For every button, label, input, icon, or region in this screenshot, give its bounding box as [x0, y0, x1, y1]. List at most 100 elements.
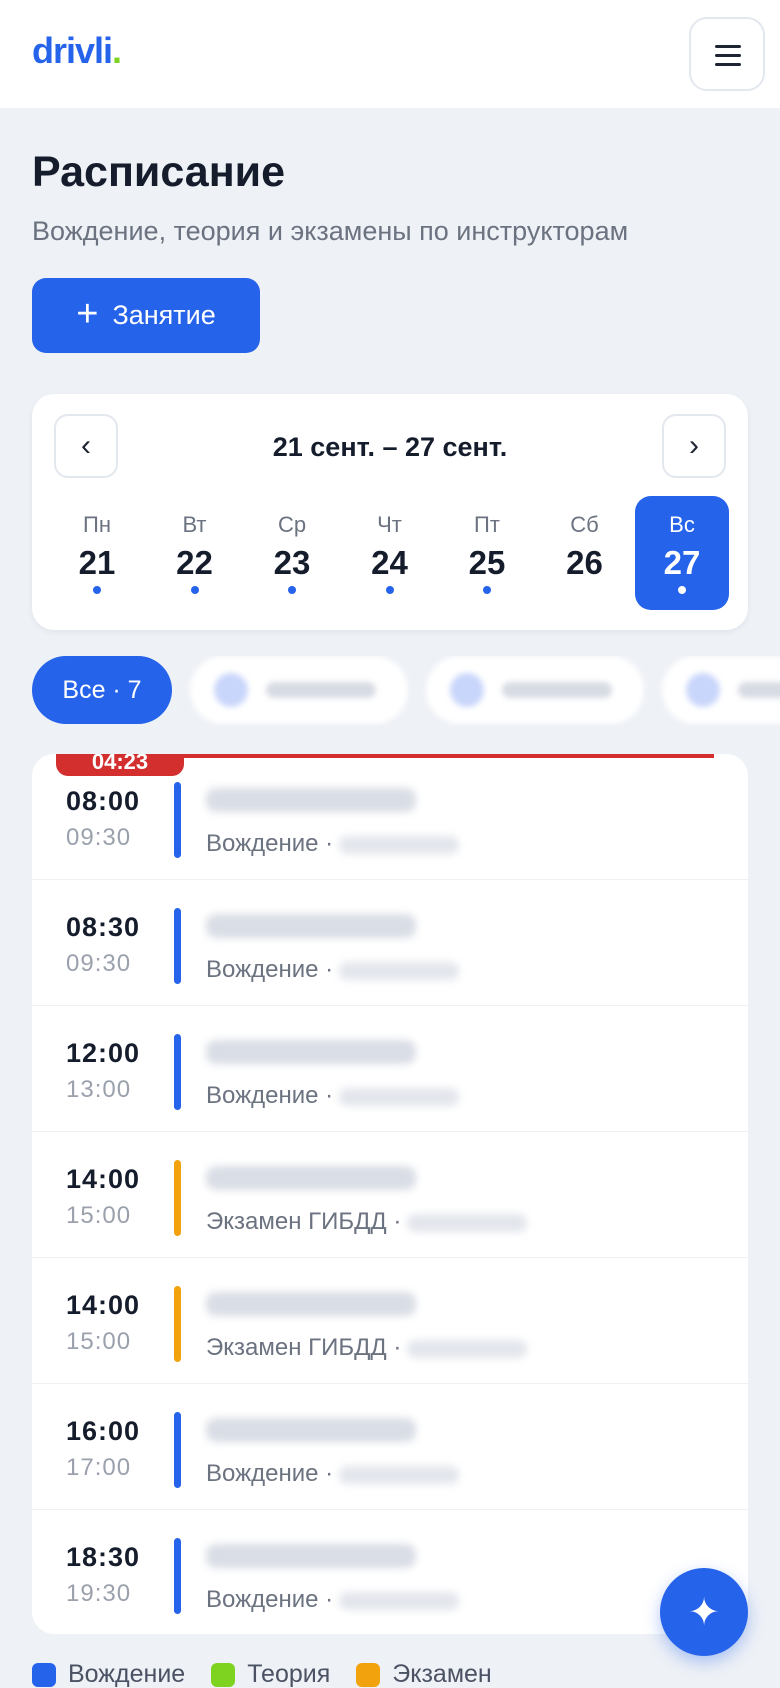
event-start-time: 08:30: [66, 912, 141, 942]
page-subtitle: Вождение, теория и экзамены по инструкто…: [32, 216, 629, 246]
day-23[interactable]: Ср 23: [245, 496, 339, 610]
add-lesson-button[interactable]: + Занятие: [32, 278, 260, 353]
event-end-time: 13:00: [66, 1076, 132, 1103]
day-name: Чт: [377, 512, 402, 537]
event-end-time: 15:00: [66, 1202, 132, 1229]
instructor-filter: Все · 7: [32, 656, 780, 726]
day-number: 21: [78, 544, 116, 581]
day-24[interactable]: Чт 24: [343, 496, 437, 610]
event-row[interactable]: 16:00 17:00 Вождение ·: [32, 1384, 748, 1510]
logo[interactable]: drivli.: [32, 30, 122, 72]
next-week-button[interactable]: ›: [662, 414, 726, 478]
day-name: Сб: [570, 512, 599, 537]
filter-chip[interactable]: [662, 656, 780, 724]
event-type-bar: [174, 1286, 181, 1362]
legend-label: Вождение: [68, 1660, 186, 1688]
instructor-name-redacted: [407, 1339, 528, 1358]
event-start-time: 14:00: [66, 1290, 141, 1320]
event-row[interactable]: 18:30 19:30 Вождение ·: [32, 1510, 748, 1634]
day-name: Пт: [474, 512, 500, 537]
event-row[interactable]: 14:00 15:00 Экзамен ГИБДД ·: [32, 1258, 748, 1384]
sparkle-icon: ✦: [688, 1591, 720, 1634]
legend-label: Теория: [247, 1660, 331, 1688]
week-range: 21 сент. – 27 сент.: [272, 432, 508, 462]
event-type-bar: [174, 1034, 181, 1110]
day-25[interactable]: Пт 25: [440, 496, 534, 610]
event-end-time: 09:30: [66, 824, 132, 851]
legend-swatch: [32, 1662, 56, 1687]
event-start-time: 14:00: [66, 1164, 141, 1194]
day-number: 23: [273, 544, 311, 581]
day-number: 22: [176, 544, 213, 581]
chevron-right-icon: ›: [689, 429, 699, 462]
event-row[interactable]: 08:00 09:30 Вождение ·: [32, 754, 748, 880]
day-name: Ср: [277, 512, 307, 537]
student-name-redacted: [206, 1292, 416, 1316]
day-number: 27: [663, 544, 701, 581]
week-selector: ‹ 21 сент. – 27 сент. › Пн 21 Вт 22 Ср 23 Чт 24…: [32, 394, 748, 630]
page-title: Расписание: [32, 148, 286, 196]
event-type-bar: [174, 908, 181, 984]
event-indicator: [483, 586, 491, 594]
legend-item: Вождение: [32, 1660, 185, 1688]
event-start-time: 12:00: [66, 1038, 141, 1068]
day-21[interactable]: Пн 21: [50, 496, 144, 610]
event-start-time: 18:30: [66, 1542, 141, 1572]
day-27[interactable]: Вс 27: [635, 496, 729, 610]
event-type-bar: [174, 1538, 181, 1614]
event-indicator: [385, 586, 394, 594]
event-end-time: 15:00: [66, 1328, 132, 1355]
app-header: drivli.: [0, 0, 780, 108]
event-type-bar: [174, 1412, 181, 1488]
instructor-name-redacted: [339, 1465, 460, 1484]
instructor-name-redacted: [339, 1087, 460, 1106]
event-type-bar: [174, 782, 181, 858]
event-indicator: [288, 586, 296, 594]
event-start-time: 08:00: [66, 786, 141, 816]
schedule-list: 04:23 08:00 09:30 Вождение · 08:30 09:30 Вожд…: [32, 754, 748, 1634]
hamburger-icon: [715, 63, 741, 66]
event-indicator: [190, 586, 199, 594]
day-name: Пн: [83, 512, 111, 537]
filter-chip[interactable]: [190, 656, 408, 724]
legend: Вождение Теория Экзамен: [32, 1660, 492, 1688]
event-type: Вождение ·: [206, 1586, 460, 1614]
filter-all-chip[interactable]: Все · 7: [32, 656, 172, 724]
day-number: 26: [566, 544, 603, 581]
event-end-time: 09:30: [66, 950, 132, 977]
student-name-redacted: [206, 1040, 416, 1064]
day-number: 25: [468, 544, 506, 581]
hamburger-icon: [715, 54, 741, 57]
filter-chip[interactable]: [426, 656, 644, 724]
event-row[interactable]: 14:00 15:00 Экзамен ГИБДД ·: [32, 1132, 748, 1258]
day-26[interactable]: Сб 26: [538, 496, 632, 610]
student-name-redacted: [206, 1544, 416, 1568]
instructor-name-redacted: [339, 835, 460, 854]
avatar: [450, 673, 484, 707]
day-number: 24: [371, 544, 408, 581]
event-type-bar: [174, 1160, 181, 1236]
menu-button[interactable]: [689, 17, 765, 91]
instructor-name-redacted: [407, 1213, 528, 1232]
student-name-redacted: [206, 1418, 416, 1442]
legend-item: Теория: [211, 1660, 330, 1688]
event-type: Вождение ·: [206, 1082, 460, 1110]
event-type: Вождение ·: [206, 830, 460, 858]
avatar: [686, 673, 720, 707]
event-indicator: [678, 586, 686, 594]
assistant-fab[interactable]: ✦: [660, 1568, 748, 1656]
plus-icon: +: [76, 292, 99, 335]
day-22[interactable]: Вт 22: [148, 496, 242, 610]
event-end-time: 17:00: [66, 1454, 132, 1481]
event-end-time: 19:30: [66, 1580, 132, 1607]
day-name: Вс: [669, 512, 695, 537]
student-name-redacted: [206, 1166, 416, 1190]
event-type: Вождение ·: [206, 956, 460, 984]
student-name-redacted: [206, 788, 416, 812]
event-row[interactable]: 08:30 09:30 Вождение ·: [32, 880, 748, 1006]
event-start-time: 16:00: [66, 1416, 141, 1446]
legend-label: Экзамен: [392, 1660, 492, 1688]
event-row[interactable]: 12:00 13:00 Вождение ·: [32, 1006, 748, 1132]
event-type: Экзамен ГИБДД ·: [206, 1208, 528, 1236]
event-indicator: [93, 586, 101, 594]
